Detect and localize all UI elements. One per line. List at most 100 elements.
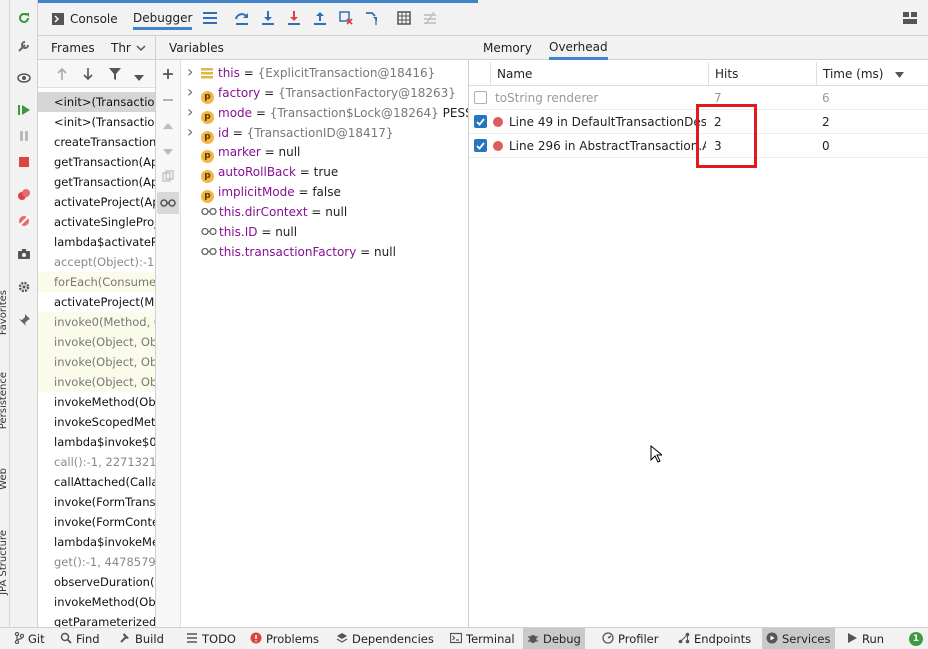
tool-window-services[interactable]: Services (762, 628, 835, 649)
tool-window-find[interactable]: Find (56, 628, 104, 649)
variable-row[interactable]: › p id = {TransactionID@18417} (187, 122, 394, 144)
frame-row[interactable]: invoke(FormTransa (38, 492, 155, 512)
frame-row[interactable]: invoke(Object, Obj (38, 332, 155, 352)
move-up-icon[interactable] (162, 120, 174, 134)
enable-checkbox[interactable] (474, 91, 487, 104)
tab-console[interactable]: Console (52, 8, 118, 30)
variable-row[interactable]: p marker = null (187, 142, 300, 163)
evaluate-expression-icon[interactable] (396, 10, 412, 26)
tool-window-todo[interactable]: TODO (182, 628, 240, 649)
pause-icon[interactable] (16, 128, 32, 144)
tool-window-endpoints[interactable]: Endpoints (674, 628, 755, 649)
remove-watch-icon[interactable] (162, 94, 174, 109)
step-out-icon[interactable] (312, 10, 328, 26)
frame-row[interactable]: observeDuration(O (38, 572, 155, 592)
frame-row[interactable]: invoke(FormContex (38, 512, 155, 532)
notification-badge[interactable]: 1 (909, 632, 923, 646)
stop-icon[interactable] (16, 154, 32, 170)
layout-menu-icon[interactable] (202, 10, 218, 26)
frame-row[interactable]: getParameterizedA (38, 612, 155, 627)
frame-row[interactable]: lambda$invokeMet (38, 532, 155, 552)
variable-row[interactable]: p implicitMode = false (187, 182, 341, 203)
expand-chevron-icon[interactable]: › (187, 122, 201, 142)
frame-row[interactable]: lambda$invoke$0(F (38, 432, 155, 452)
show-watches-glasses-icon[interactable] (157, 192, 179, 214)
drop-frame-icon[interactable] (338, 10, 354, 26)
tool-window-problems[interactable]: Problems (246, 628, 323, 649)
tool-window-terminal[interactable]: Terminal (446, 628, 519, 649)
step-over-icon[interactable] (234, 10, 250, 26)
frame-row[interactable]: <init>(TransactionI (38, 92, 155, 112)
expand-chevron-icon[interactable]: › (187, 82, 201, 102)
frame-row[interactable]: activateProject(Mes (38, 292, 155, 312)
tab-overhead[interactable]: Overhead (549, 36, 608, 60)
threads-tab[interactable]: Thr (111, 36, 131, 60)
column-time[interactable]: Time (ms) (816, 62, 928, 86)
trace-stream-icon[interactable] (422, 10, 438, 26)
frame-row[interactable]: invokeScopedMeth (38, 412, 155, 432)
tool-window-build[interactable]: Build (115, 628, 168, 649)
view-breakpoints-icon[interactable] (16, 187, 32, 203)
wrench-icon[interactable] (16, 38, 32, 54)
variables-panel: › this = {ExplicitTransaction@18416} › p fac… (181, 60, 469, 627)
tab-memory[interactable]: Memory (483, 36, 532, 60)
frame-row[interactable]: lambda$activatePro (38, 232, 155, 252)
frame-row[interactable]: getTransaction(App (38, 172, 155, 192)
frame-row[interactable]: activateSingleProje (38, 212, 155, 232)
step-into-icon[interactable] (260, 10, 276, 26)
frame-row[interactable]: invokeMethod(Obj (38, 592, 155, 612)
frame-row[interactable]: invoke(Object, Obj (38, 372, 155, 392)
settings-gear-icon[interactable] (16, 279, 32, 295)
frame-row[interactable]: call():-1, 22713217 ( (38, 452, 155, 472)
frame-row[interactable]: callAttached(Callab (38, 472, 155, 492)
variable-row[interactable]: ›pmode = {Transaction$Lock@18264} PESSIM… (187, 102, 468, 124)
frame-row[interactable]: forEach(Consumer) (38, 272, 155, 292)
filter-icon[interactable] (108, 67, 122, 84)
variable-row[interactable]: › p factory = {TransactionFactory@18263} (187, 82, 456, 104)
column-name[interactable]: Name (490, 62, 708, 86)
frame-row[interactable]: getTransaction(App (38, 152, 155, 172)
tool-window-run[interactable]: Run (842, 628, 888, 649)
tab-debugger[interactable]: Debugger (133, 8, 193, 30)
expand-chevron-icon[interactable]: › (187, 62, 201, 82)
frames-tab[interactable]: Frames (51, 36, 95, 60)
variable-row[interactable]: this.transactionFactory = null (187, 242, 396, 262)
chevron-down-icon[interactable] (134, 71, 144, 85)
tool-window-git[interactable]: Git (10, 628, 49, 649)
copy-icon[interactable] (162, 170, 174, 185)
variable-name: mode (218, 106, 253, 120)
variable-row[interactable]: › this = {ExplicitTransaction@18416} (187, 62, 435, 82)
run-to-cursor-icon[interactable] (364, 10, 380, 26)
resume-icon[interactable] (16, 102, 32, 118)
frame-row[interactable]: accept(Object):-1, 1 (38, 252, 155, 272)
frame-row[interactable]: createTransaction(T (38, 132, 155, 152)
variable-row[interactable]: p autoRollBack = true (187, 162, 338, 183)
frame-row[interactable]: activateProject(App (38, 192, 155, 212)
frame-row[interactable]: invokeMethod(Obj (38, 392, 155, 412)
add-watch-icon[interactable] (162, 68, 174, 83)
frame-row[interactable]: invoke0(Method, Ob (38, 312, 155, 332)
tool-window-profiler[interactable]: Profiler (598, 628, 663, 649)
enable-checkbox[interactable] (474, 115, 487, 128)
force-step-into-icon[interactable] (286, 10, 302, 26)
eye-icon[interactable] (16, 70, 32, 86)
rerun-icon[interactable] (16, 10, 32, 26)
mute-breakpoints-icon[interactable] (16, 213, 32, 229)
arrow-down-icon[interactable] (82, 67, 94, 84)
tool-window-debug[interactable]: Debug (523, 628, 585, 649)
pin-icon[interactable] (16, 312, 32, 328)
variable-row[interactable]: this.dirContext = null (187, 202, 347, 222)
frame-row[interactable]: invoke(Object, Obj (38, 352, 155, 372)
column-hits[interactable]: Hits (708, 62, 816, 86)
camera-icon[interactable] (16, 246, 32, 262)
variable-row[interactable]: this.ID = null (187, 222, 297, 242)
tool-window-dependencies[interactable]: Dependencies (332, 628, 438, 649)
frame-row[interactable]: <init>(TransactionF (38, 112, 155, 132)
arrow-up-icon[interactable] (56, 67, 68, 84)
layout-settings-icon[interactable] (902, 10, 918, 26)
enable-checkbox[interactable] (474, 139, 487, 152)
move-down-icon[interactable] (162, 146, 174, 160)
expand-chevron-icon[interactable]: › (187, 102, 201, 122)
chevron-down-icon[interactable] (136, 36, 146, 60)
frame-row[interactable]: get():-1, 447857994 (38, 552, 155, 572)
